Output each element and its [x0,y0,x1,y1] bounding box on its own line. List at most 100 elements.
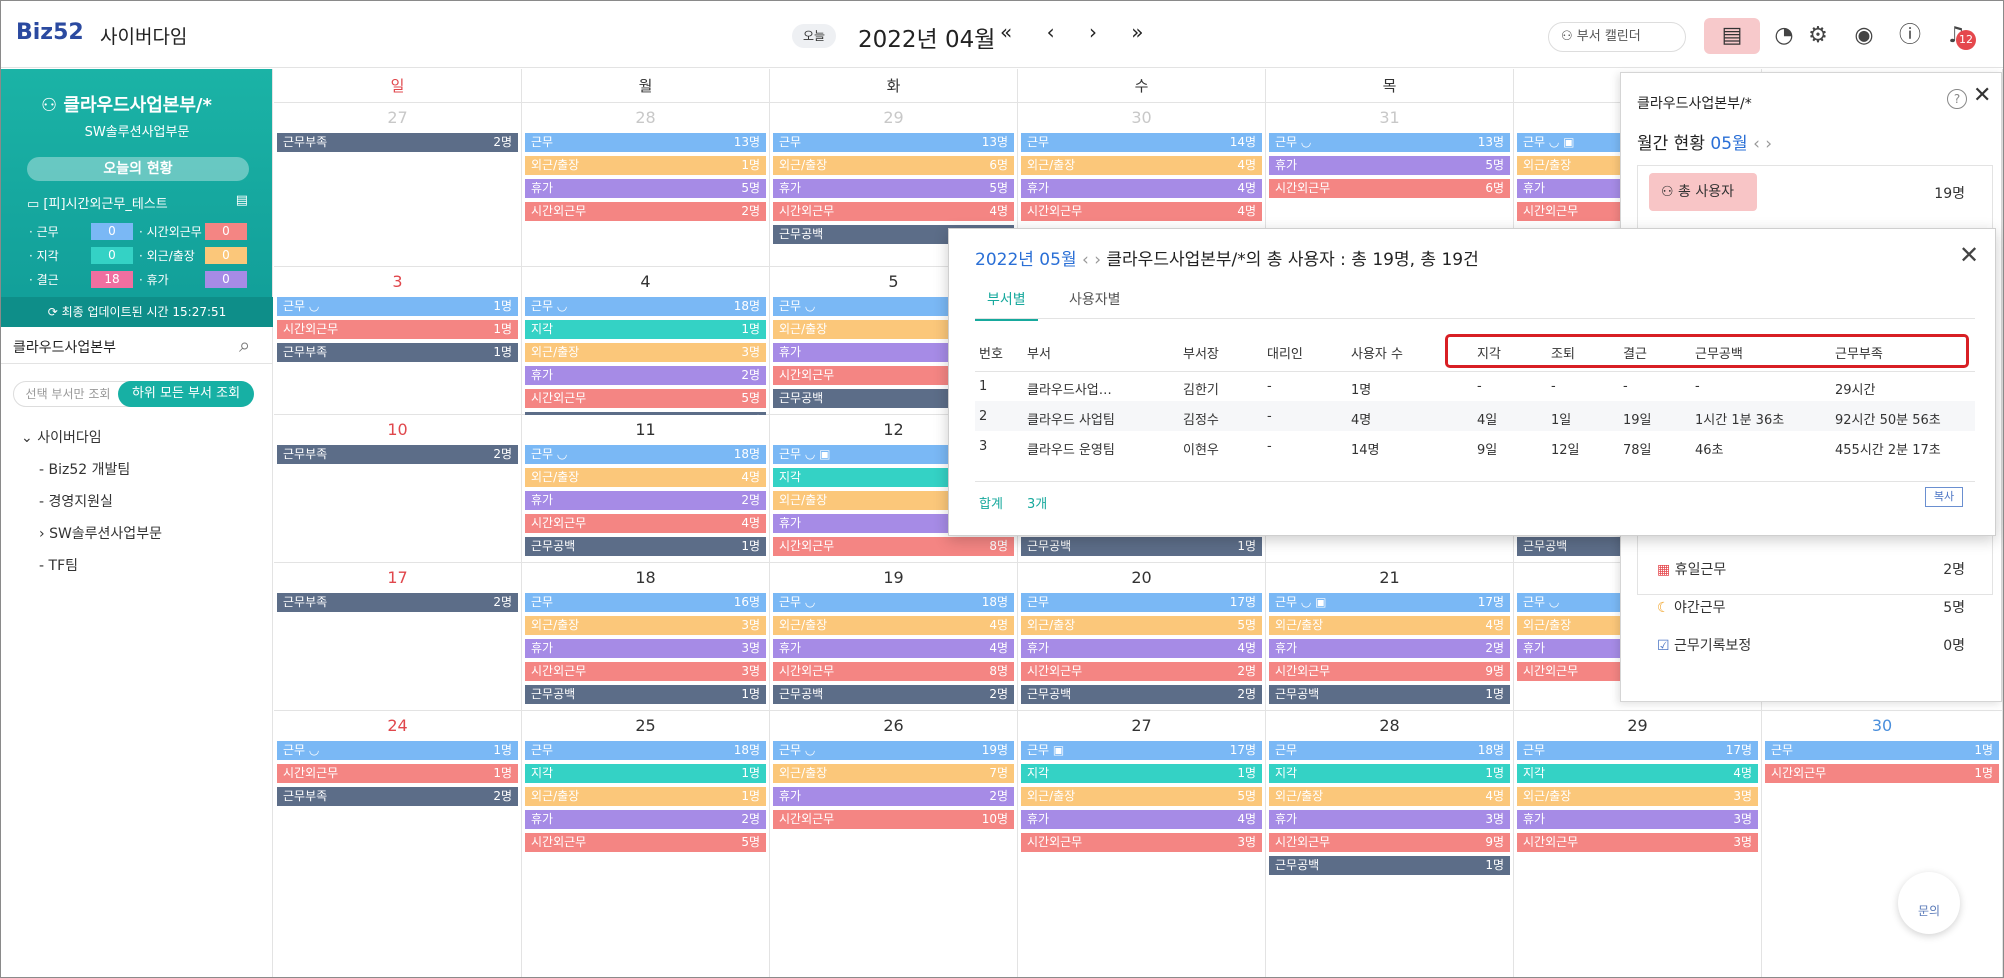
close-icon[interactable]: ✕ [1959,241,1979,269]
calendar-event[interactable]: 근무 ▣ 17명 [1021,741,1262,760]
chart-icon[interactable]: ◔ [1766,18,1802,54]
calendar-event[interactable]: 휴가 4명 [773,639,1014,658]
calendar-event[interactable]: 지각 4명 [1517,764,1758,783]
stat-row[interactable]: ▦ 휴일근무 [1657,559,1726,579]
dept-scope-toggle[interactable]: 선택 부서만 조회 하위 모든 부서 조회 [13,381,254,407]
calendar-event[interactable]: 근무 17명 [1517,741,1758,760]
day-cell[interactable]: 24 근무 ◡ 1명 시간외근무 1명 근무부족 2명 [274,711,522,978]
tree-item[interactable]: › SW솔루션사업부문 [39,523,162,543]
day-cell[interactable]: 30 근무 1명 시간외근무 1명 [1762,711,2003,978]
total-users-button[interactable]: ⚇ 총 사용자 [1649,173,1757,211]
calendar-event[interactable]: 근무공백 1명 [1021,537,1262,556]
calendar-event[interactable]: 외근/출장 4명 [773,616,1014,635]
day-cell[interactable]: 27 근무부족 2명 [274,103,522,267]
day-cell[interactable]: 20 근무 17명 외근/출장 5명 휴가 4명 시간외근무 2명 근무공백 2명 [1018,563,1266,711]
calendar-event[interactable]: 휴가 5명 [1269,156,1510,175]
day-cell[interactable]: 21 근무 ◡ ▣ 17명 외근/출장 4명 휴가 2명 시간외근무 9명 근무공백 1명 [1266,563,1514,711]
schedule-name[interactable]: ▭ [피]시간외근무_테스트 [27,193,168,212]
calendar-event[interactable]: 지각 1명 [525,320,766,339]
calendar-event[interactable]: 근무부족 2명 [277,445,518,464]
calendar-event[interactable]: 근무공백 1명 [1269,856,1510,875]
calendar-event[interactable]: 근무부족 2명 [277,787,518,806]
calendar-event[interactable]: 시간외근무 5명 [525,389,766,408]
day-cell[interactable]: 17 근무부족 2명 [274,563,522,711]
calendar-event[interactable]: 근무 ◡ 18명 [525,445,766,464]
calendar-event[interactable]: 지각 1명 [525,764,766,783]
calendar-event[interactable]: 시간외근무 1명 [1765,764,1999,783]
calendar-event[interactable]: 외근/출장 4명 [525,468,766,487]
calendar-event[interactable]: 근무공백 1명 [525,537,766,556]
calendar-event[interactable]: 근무 ◡ 13명 [1269,133,1510,152]
calendar-event[interactable]: 근무공백 2명 [1021,685,1262,704]
calendar-event[interactable]: 시간외근무 10명 [773,810,1014,829]
calendar-event[interactable]: 휴가 2명 [1269,639,1510,658]
calendar-event[interactable]: 시간외근무 2명 [525,202,766,221]
tree-item[interactable]: - 경영지원실 [39,491,113,511]
calendar-event[interactable]: 근무 ◡ ▣ 17명 [1269,593,1510,612]
day-cell[interactable]: 29 근무 17명 지각 4명 외근/출장 3명 휴가 3명 시간외근무 3명 [1514,711,1762,978]
day-cell[interactable]: 28 근무 18명 지각 1명 외근/출장 4명 휴가 3명 시간외근무 9명 근무공백 1명 [1266,711,1514,978]
calendar-event[interactable]: 시간외근무 3명 [525,662,766,681]
calendar-event[interactable]: 외근/출장 5명 [1021,787,1262,806]
month-navigation[interactable]: « ‹ › » [1000,20,1158,44]
calendar-view-icon[interactable]: ▤ [1704,18,1760,54]
selected-dept-only-option[interactable]: 선택 부서만 조회 [14,382,122,406]
tab-by-dept[interactable]: 부서별 [975,289,1038,321]
tree-item[interactable]: ⌄ 사이버다임 [21,427,102,447]
calendar-event[interactable]: 시간외근무 2명 [1021,662,1262,681]
calendar-event[interactable]: 근무 ◡ 18명 [525,297,766,316]
calendar-event[interactable]: 지각 1명 [1021,764,1262,783]
app-logo[interactable]: Biz52 [16,20,84,45]
calendar-event[interactable]: 시간외근무 9명 [1269,662,1510,681]
calendar-event[interactable]: 근무 16명 [525,593,766,612]
table-cell[interactable]: 클라우드사업… [1027,379,1112,398]
calendar-event[interactable]: 시간외근무 8명 [773,662,1014,681]
calendar-event[interactable]: 근무공백 2명 [773,685,1014,704]
stat-row[interactable]: ☑ 근무기록보정 [1657,635,1751,655]
calendar-event[interactable]: 근무 18명 [1269,741,1510,760]
calendar-event[interactable]: 시간외근무 9명 [1269,833,1510,852]
document-icon[interactable]: ▤ [236,193,248,208]
calendar-event[interactable]: 근무공백 1명 [525,685,766,704]
today-button[interactable]: 오늘 [792,24,836,48]
calendar-event[interactable]: 외근/출장 3명 [525,616,766,635]
calendar-event[interactable]: 시간외근무 4명 [525,514,766,533]
calendar-event[interactable]: 근무부족 2명 [277,593,518,612]
calendar-event[interactable]: 시간외근무 8명 [773,537,1014,556]
calendar-event[interactable]: 외근/출장 3명 [525,343,766,362]
table-cell[interactable]: 클라우드 운영팀 [1027,439,1115,458]
calendar-event[interactable]: 근무부족 2명 [277,133,518,152]
calendar-event[interactable]: 근무 13명 [773,133,1014,152]
calendar-event[interactable]: 근무 14명 [1021,133,1262,152]
calendar-event[interactable]: 휴가 3명 [1517,810,1758,829]
calendar-event[interactable]: 휴가 4명 [1021,639,1262,658]
day-cell[interactable]: 26 근무 ◡ 19명 외근/출장 7명 휴가 2명 시간외근무 10명 [770,711,1018,978]
calendar-event[interactable]: 시간외근무 1명 [277,764,518,783]
calendar-event[interactable]: 근무 1명 [1765,741,1999,760]
day-cell[interactable]: 4근무 ◡18명지각1명외근/출장3명휴가2명시간외근무5명근무공백1명 [522,267,770,431]
calendar-event[interactable]: 시간외근무 4명 [773,202,1014,221]
calendar-event[interactable]: 휴가 2명 [525,491,766,510]
calendar-event[interactable]: 외근/출장 3명 [1517,787,1758,806]
calendar-event[interactable]: 근무 ◡ 1명 [277,297,518,316]
calendar-event[interactable]: 시간외근무 3명 [1517,833,1758,852]
calendar-event[interactable]: 휴가 3명 [1269,810,1510,829]
calendar-event[interactable]: 외근/출장 6명 [773,156,1014,175]
calendar-event[interactable]: 휴가 2명 [773,787,1014,806]
close-icon[interactable]: ✕ [1973,83,1991,108]
all-sub-depts-option[interactable]: 하위 모든 부서 조회 [118,381,254,407]
calendar-event[interactable]: 휴가 2명 [525,810,766,829]
calendar-event[interactable]: 외근/출장 1명 [525,156,766,175]
day-cell[interactable]: 10 근무부족 2명 [274,415,522,563]
help-icon[interactable]: ? [1947,89,1967,109]
month-nav-icon[interactable]: ‹ › [1082,250,1106,270]
calendar-event[interactable]: 외근/출장 4명 [1269,787,1510,806]
copy-button[interactable]: 복사 [1925,487,1963,507]
stat-row[interactable]: ☾ 야간근무 [1657,597,1726,617]
day-cell[interactable]: 18 근무 16명 외근/출장 3명 휴가 3명 시간외근무 3명 근무공백 1명 [522,563,770,711]
help-icon[interactable]: ⓘ [1892,18,1928,54]
day-cell[interactable]: 19 근무 ◡ 18명 외근/출장 4명 휴가 4명 시간외근무 8명 근무공백 2명 [770,563,1018,711]
dept-search-label[interactable]: 클라우드사업본부 [13,337,116,357]
day-cell[interactable]: 25 근무 18명 지각 1명 외근/출장 1명 휴가 2명 시간외근무 5명 [522,711,770,978]
inquiry-button[interactable]: 문의 [1898,872,1960,934]
